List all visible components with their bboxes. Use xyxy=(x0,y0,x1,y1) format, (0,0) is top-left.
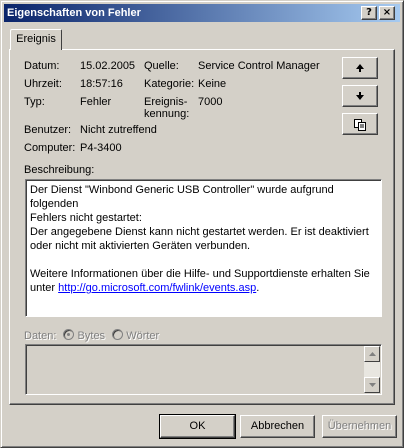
description-line: Der Dienst "Winbond Generic USB Controll… xyxy=(30,184,334,210)
description-line: Der angegebene Dienst kann nicht gestart… xyxy=(30,226,369,238)
description-line: Fehlers nicht gestartet: xyxy=(30,212,142,224)
user-label: Benutzer: xyxy=(24,124,72,136)
type-label: Typ: xyxy=(24,96,45,108)
scroll-up-button[interactable] xyxy=(364,346,380,362)
date-label: Datum: xyxy=(24,60,60,72)
event-id-label-line2: kennung: xyxy=(144,108,190,120)
scroll-down-button[interactable] xyxy=(364,377,380,393)
help-link[interactable]: http://go.microsoft.com/fwlink/events.as… xyxy=(58,282,256,294)
computer-label: Computer: xyxy=(24,142,76,154)
data-options: Daten: Bytes Wörter xyxy=(24,329,159,342)
data-label: Daten: xyxy=(24,330,57,342)
description-line-prefix: unter xyxy=(30,282,56,294)
triangle-up-icon xyxy=(368,352,376,356)
source-value: Service Control Manager xyxy=(198,60,320,72)
arrow-up-icon xyxy=(356,64,364,72)
event-id-value: 7000 xyxy=(198,96,223,108)
previous-event-button[interactable] xyxy=(342,57,378,79)
date-value: 15.02.2005 xyxy=(80,60,136,72)
triangle-down-icon xyxy=(368,383,376,387)
description-line: oder nicht mit aktivierten Geräten verbu… xyxy=(30,240,251,252)
time-label: Uhrzeit: xyxy=(24,78,62,90)
description-textbox[interactable]: Der Dienst "Winbond Generic USB Controll… xyxy=(25,179,382,317)
radio-bytes-label: Bytes xyxy=(77,330,106,342)
category-label: Kategorie: xyxy=(144,78,195,90)
computer-value: P4-3400 xyxy=(80,142,122,154)
copy-button[interactable] xyxy=(342,113,378,135)
radio-bytes[interactable] xyxy=(63,329,75,340)
data-scrollbar[interactable] xyxy=(364,346,380,393)
tab-label: Ereignis xyxy=(16,33,56,45)
category-value: Keine xyxy=(198,78,227,90)
tab-ereignis[interactable]: Ereignis xyxy=(10,29,62,50)
user-value: Nicht zutreffend xyxy=(80,124,157,136)
ok-button[interactable]: OK xyxy=(159,414,236,439)
source-label: Quelle: xyxy=(144,60,179,72)
description-line: Weitere Informationen über die Hilfe- un… xyxy=(30,268,370,280)
arrow-down-icon xyxy=(356,92,364,100)
type-value: Fehler xyxy=(80,96,112,108)
title-bar[interactable]: Eigenschaften von Fehler ? × xyxy=(4,4,400,22)
description-label: Beschreibung: xyxy=(24,164,95,176)
event-id-label-line1: Ereignis- xyxy=(144,96,188,108)
description-line-suffix: . xyxy=(256,282,260,294)
window-title: Eigenschaften von Fehler xyxy=(7,7,141,19)
copy-icon xyxy=(354,118,366,131)
cancel-button[interactable]: Abbrechen xyxy=(240,415,315,438)
data-textbox[interactable] xyxy=(25,344,382,395)
properties-dialog: Eigenschaften von Fehler ? × Ereignis Da… xyxy=(0,0,404,448)
radio-words[interactable] xyxy=(112,329,124,340)
help-button[interactable]: ? xyxy=(361,6,377,20)
apply-button[interactable]: Übernehmen xyxy=(322,415,397,438)
time-value: 18:57:16 xyxy=(80,78,123,90)
next-event-button[interactable] xyxy=(342,85,378,107)
radio-words-label: Wörter xyxy=(126,330,160,342)
close-button[interactable]: × xyxy=(379,6,395,20)
